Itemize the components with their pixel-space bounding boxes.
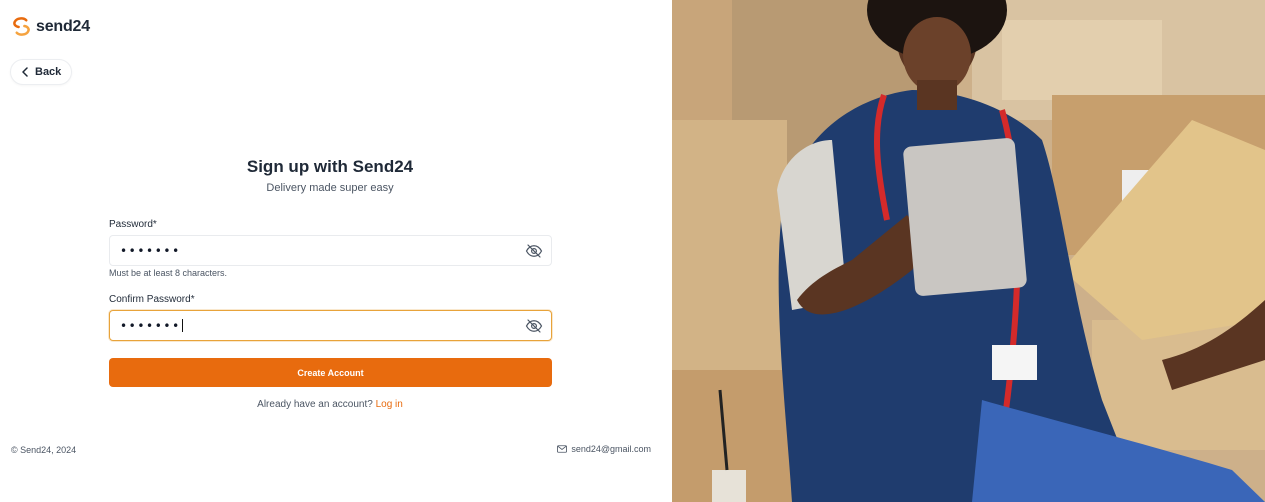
courier-with-tablet-photo	[672, 0, 1265, 502]
copyright: © Send24, 2024	[11, 445, 77, 455]
back-button[interactable]: Back	[10, 59, 73, 85]
page-subtitle: Delivery made super easy	[266, 182, 394, 194]
login-link[interactable]: Log in	[376, 399, 403, 410]
confirm-password-field[interactable]: •••••••	[109, 310, 552, 341]
brand-logo[interactable]: send24	[10, 15, 90, 38]
signup-panel: send24 Back Sign up with Send24 Delivery…	[0, 0, 672, 502]
hero-image	[672, 0, 1265, 502]
password-field[interactable]: •••••••	[109, 235, 552, 266]
password-hint: Must be at least 8 characters.	[109, 268, 228, 278]
text-caret	[181, 319, 183, 332]
mail-icon	[557, 445, 568, 453]
eye-off-icon[interactable]	[525, 242, 543, 260]
contact-email[interactable]: send24@gmail.com	[557, 444, 651, 454]
password-value: •••••••	[120, 243, 181, 258]
password-label: Password*	[109, 219, 157, 230]
page-title: Sign up with Send24	[246, 157, 414, 176]
confirm-password-label: Confirm Password*	[109, 294, 195, 305]
contact-email-text: send24@gmail.com	[571, 444, 651, 454]
chevron-left-icon	[22, 67, 28, 77]
eye-off-icon[interactable]	[525, 317, 543, 335]
back-button-label: Back	[35, 66, 62, 78]
confirm-password-value: •••••••	[120, 318, 181, 333]
send24-logo-icon	[13, 17, 30, 36]
create-account-button[interactable]: Create Account	[109, 358, 552, 387]
login-prompt-text: Already have an account?	[257, 399, 373, 410]
login-prompt: Already have an account? Log in	[0, 399, 660, 410]
brand-name: send24	[36, 17, 90, 35]
